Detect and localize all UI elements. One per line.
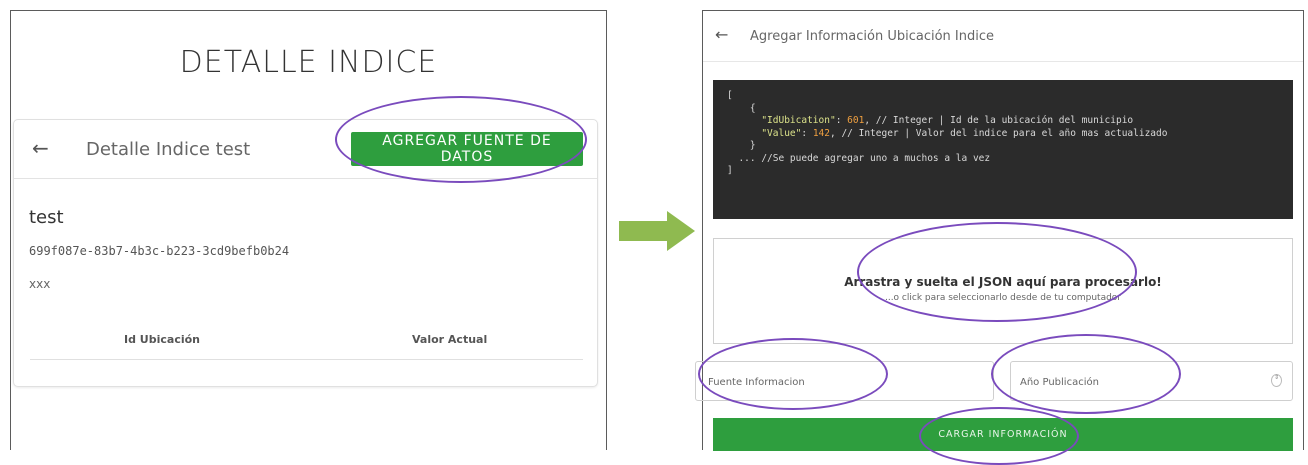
- back-arrow-icon[interactable]: ←: [32, 136, 49, 160]
- index-description: xxx: [29, 277, 51, 291]
- index-name: test: [29, 207, 64, 228]
- source-info-field[interactable]: Fuente Informacion: [695, 361, 994, 401]
- dialog-title: Agregar Información Ubicación Indice: [750, 29, 994, 44]
- dropzone-subtitle: ...o click para seleccionarlo desde de t…: [884, 293, 1122, 303]
- page-title: DETALLE INDICE: [179, 45, 438, 80]
- code-line: ]: [727, 165, 733, 176]
- column-header-current-value: Valor Actual: [412, 333, 488, 346]
- transition-arrow-body: [619, 221, 670, 241]
- code-line: [: [727, 90, 733, 101]
- code-line: {: [749, 102, 756, 114]
- json-example-code: [ { "IdUbication": 601, // Integer | Id …: [713, 80, 1293, 219]
- code-value: 601: [847, 115, 865, 126]
- dropzone-title: Arrastra y suelta el JSON aquí para proc…: [844, 275, 1162, 289]
- table-divider: [30, 359, 583, 360]
- code-line: }: [749, 140, 756, 151]
- dialog-header: ← Agregar Información Ubicación Indice: [703, 11, 1303, 62]
- card-title: Detalle Indice test: [86, 139, 251, 160]
- load-information-button[interactable]: CARGAR INFORMACIÓN: [713, 418, 1293, 451]
- spinner-icon[interactable]: ⇕: [1271, 374, 1282, 387]
- json-dropzone[interactable]: Arrastra y suelta el JSON aquí para proc…: [713, 238, 1293, 344]
- code-key: "IdUbication": [761, 115, 836, 126]
- code-line: ... //Se puede agregar uno a muchos a la…: [738, 152, 991, 164]
- column-header-location-id: Id Ubicación: [124, 333, 200, 346]
- card-header: ← Detalle Indice test AGREGAR FUENTE DE …: [14, 120, 597, 179]
- code-line: "Value": 142, // Integer | Valor del ind…: [761, 127, 1168, 139]
- code-key: "Value": [761, 127, 802, 139]
- transition-arrow-head: [667, 211, 695, 251]
- code-line: "IdUbication": 601, // Integer | Id de l…: [761, 115, 1134, 126]
- right-screen: ← Agregar Información Ubicación Indice […: [695, 10, 1304, 451]
- publication-year-field[interactable]: Año Publicación ⇕: [1010, 361, 1293, 401]
- left-screen: DETALLE INDICE ← Detalle Indice test AGR…: [10, 10, 607, 450]
- source-info-placeholder: Fuente Informacion: [708, 377, 805, 388]
- code-value: 142: [812, 127, 830, 139]
- index-detail-card: ← Detalle Indice test AGREGAR FUENTE DE …: [13, 119, 598, 387]
- back-arrow-icon[interactable]: ←: [715, 25, 728, 44]
- index-id: 699f087e-83b7-4b3c-b223-3cd9befb0b24: [29, 244, 290, 258]
- publication-year-placeholder: Año Publicación: [1020, 377, 1099, 388]
- add-data-source-button[interactable]: AGREGAR FUENTE DE DATOS: [351, 132, 583, 166]
